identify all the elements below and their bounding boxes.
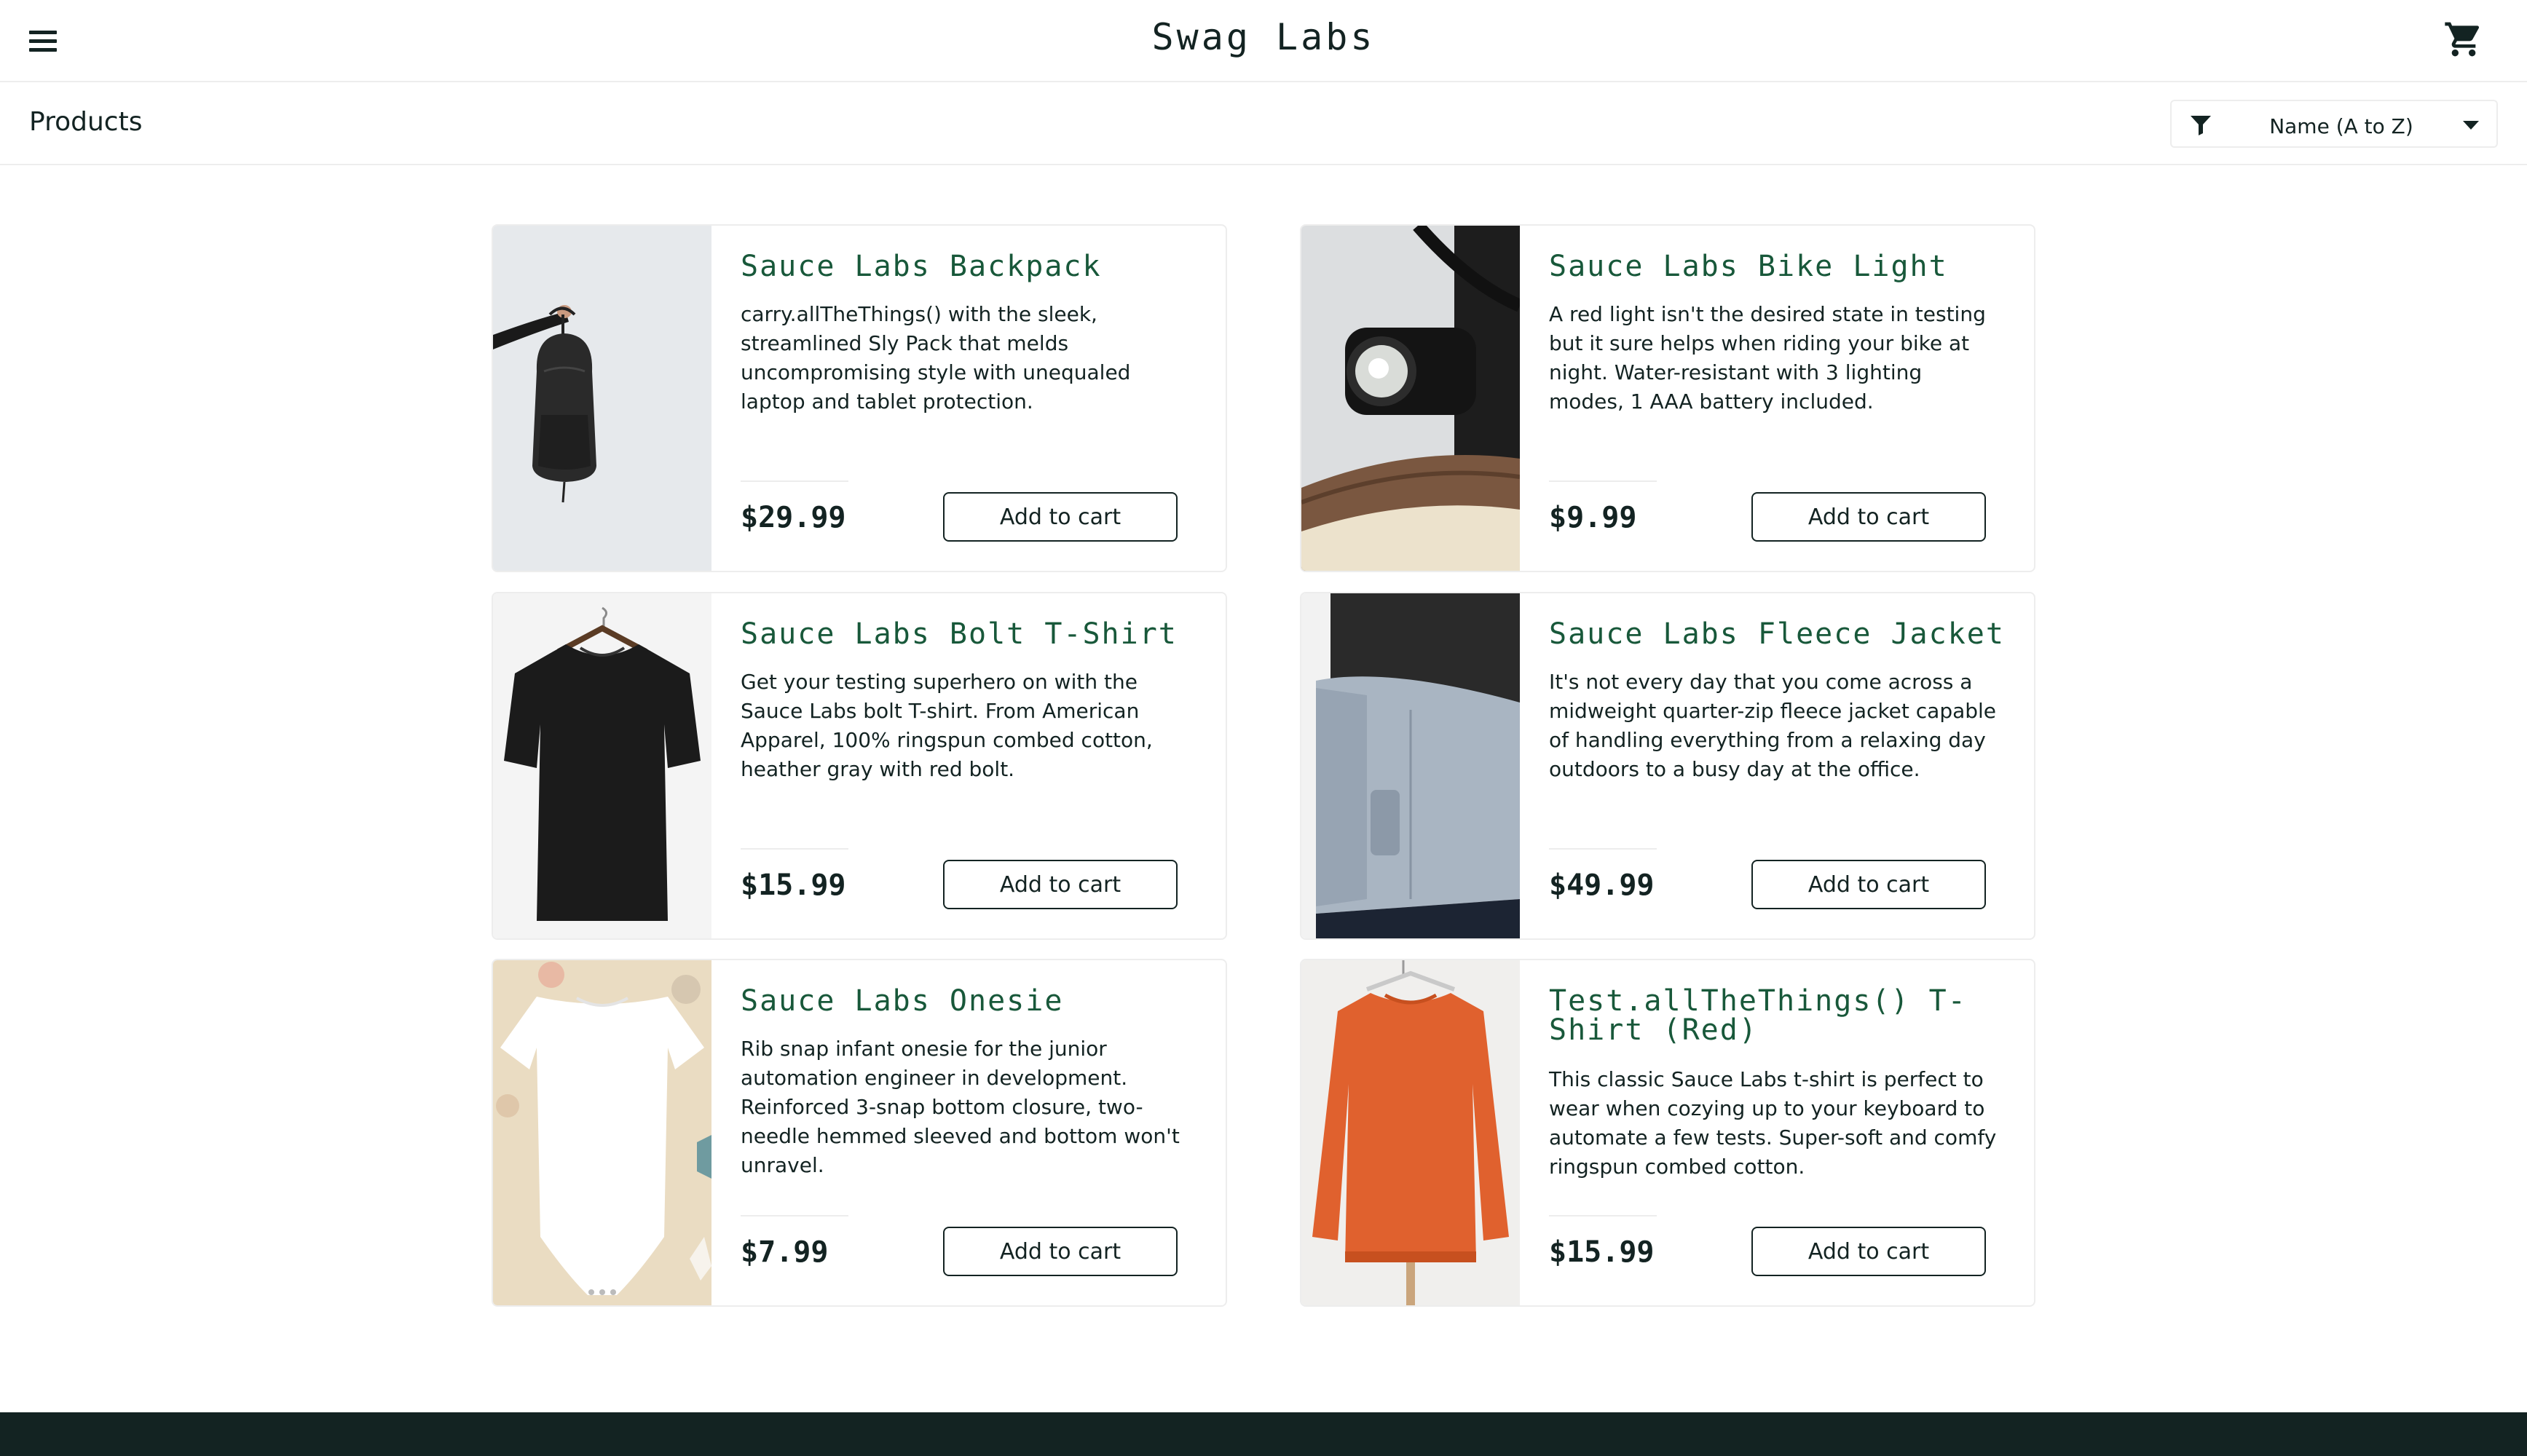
divider xyxy=(1549,480,1657,482)
product-description: Get your testing superhero on with the S… xyxy=(741,670,1153,781)
footer xyxy=(0,1412,2527,1456)
divider xyxy=(1549,848,1657,850)
inventory-item: Sauce Labs Backpack carry.allTheThings()… xyxy=(492,224,1227,572)
product-price: $15.99 xyxy=(1549,1235,1655,1269)
primary-header: Swag Labs xyxy=(0,0,2527,82)
onesie-photo[interactable] xyxy=(493,960,711,1305)
product-name[interactable]: Sauce Labs Fleece Jacket xyxy=(1549,620,2015,649)
inventory-list: Sauce Labs Backpack carry.allTheThings()… xyxy=(492,224,2035,1309)
add-to-cart-button[interactable]: Add to cart xyxy=(943,860,1178,909)
shopping-cart-icon[interactable] xyxy=(2443,19,2484,60)
product-description: A red light isn't the desired state in t… xyxy=(1549,302,1986,414)
inventory-item: Test.allTheThings() T-Shirt (Red) This c… xyxy=(1300,959,2035,1307)
add-to-cart-button[interactable]: Add to cart xyxy=(943,1227,1178,1276)
divider xyxy=(741,848,848,850)
sort-selected-label: Name (A to Z) xyxy=(2269,114,2413,138)
inventory-item: Sauce Labs Bolt T-Shirt Get your testing… xyxy=(492,592,1227,940)
product-description: It's not every day that you come across … xyxy=(1549,670,1997,781)
product-price: $7.99 xyxy=(741,1235,829,1269)
bike-light-photo[interactable] xyxy=(1301,226,1520,571)
secondary-header: Products Name (A to Z) xyxy=(0,82,2527,165)
divider xyxy=(1549,1215,1657,1216)
add-to-cart-button[interactable]: Add to cart xyxy=(1751,492,1986,542)
inventory-item: Sauce Labs Onesie Rib snap infant onesie… xyxy=(492,959,1227,1307)
product-price: $9.99 xyxy=(1549,501,1637,534)
fleece-jacket-photo[interactable] xyxy=(1301,593,1520,938)
product-description: carry.allTheThings() with the sleek, str… xyxy=(741,302,1131,414)
add-to-cart-button[interactable]: Add to cart xyxy=(943,492,1178,542)
chevron-down-icon xyxy=(2463,121,2479,130)
divider xyxy=(741,480,848,482)
product-name[interactable]: Sauce Labs Bolt T-Shirt xyxy=(741,620,1207,649)
filter-icon xyxy=(2191,116,2211,135)
product-description: Rib snap infant onesie for the junior au… xyxy=(741,1037,1180,1177)
inventory-item: Sauce Labs Bike Light A red light isn't … xyxy=(1300,224,2035,572)
product-price: $29.99 xyxy=(741,501,846,534)
black-tshirt-photo[interactable] xyxy=(493,593,711,938)
backpack-photo[interactable] xyxy=(493,226,711,571)
red-sweatshirt-photo[interactable] xyxy=(1301,960,1520,1305)
product-price: $15.99 xyxy=(741,869,846,902)
product-name[interactable]: Sauce Labs Onesie xyxy=(741,986,1207,1016)
product-price: $49.99 xyxy=(1549,869,1655,902)
product-name[interactable]: Sauce Labs Bike Light xyxy=(1549,252,2015,281)
divider xyxy=(741,1215,848,1216)
inventory-item: Sauce Labs Fleece Jacket It's not every … xyxy=(1300,592,2035,940)
add-to-cart-button[interactable]: Add to cart xyxy=(1751,1227,1986,1276)
app-logo: Swag Labs xyxy=(1151,16,1376,58)
product-description: This classic Sauce Labs t-shirt is perfe… xyxy=(1549,1067,1997,1179)
add-to-cart-button[interactable]: Add to cart xyxy=(1751,860,1986,909)
product-name[interactable]: Test.allTheThings() T-Shirt (Red) xyxy=(1549,986,2015,1045)
page-title: Products xyxy=(29,107,143,137)
sort-dropdown[interactable]: Name (A to Z) xyxy=(2170,100,2498,148)
product-name[interactable]: Sauce Labs Backpack xyxy=(741,252,1207,281)
